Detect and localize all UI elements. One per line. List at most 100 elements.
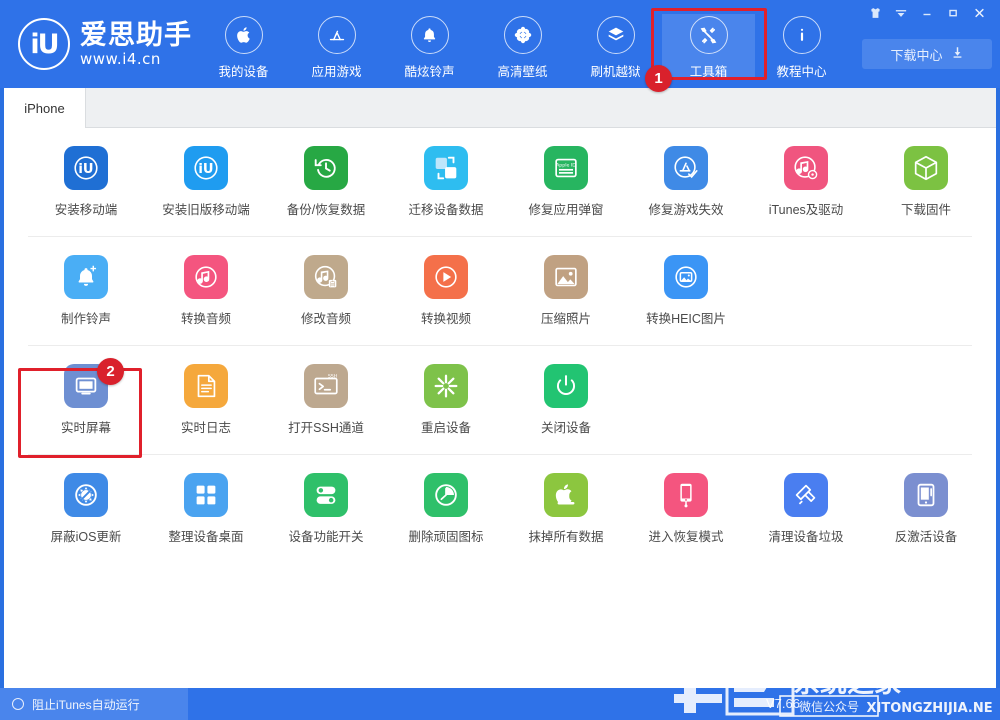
svg-text:Apple ID: Apple ID [556, 163, 576, 169]
device-tabstrip: iPhone [4, 88, 996, 128]
tab-iphone[interactable]: iPhone [4, 88, 86, 128]
tool-label: 转换音频 [181, 308, 231, 327]
tool-fix-game[interactable]: 修复游戏失效 [626, 146, 746, 218]
toolbox-row-3: 实时屏幕 实时日志 [4, 346, 996, 455]
info-icon [783, 16, 821, 54]
minimize-icon[interactable] [914, 2, 940, 24]
tool-label: 制作铃声 [61, 308, 111, 327]
ssh-terminal-icon: SSH [304, 364, 348, 408]
nav-item-apps-games[interactable]: 应用游戏 [290, 14, 383, 80]
tool-open-ssh[interactable]: SSH 打开SSH通道 [266, 364, 386, 436]
tool-recovery-mode[interactable]: 进入恢复模式 [626, 473, 746, 545]
tool-download-firmware[interactable]: 下载固件 [866, 146, 986, 218]
nav-item-ringtones[interactable]: 酷炫铃声 [383, 14, 476, 80]
tool-feature-toggle[interactable]: 设备功能开关 [266, 473, 386, 545]
tool-convert-audio[interactable]: 转换音频 [146, 255, 266, 327]
maximize-icon[interactable] [940, 2, 966, 24]
flower-icon [504, 16, 542, 54]
ringtone-make-icon [64, 255, 108, 299]
tool-organize-home[interactable]: 整理设备桌面 [146, 473, 266, 545]
feature-toggle-icon [304, 473, 348, 517]
itunes-driver-icon [784, 146, 828, 190]
close-icon[interactable] [966, 2, 992, 24]
tool-label: 迁移设备数据 [408, 199, 483, 218]
app-window: iU 爱思助手 www.i4.cn 我的设备 [0, 0, 1000, 720]
nav-item-my-device[interactable]: 我的设备 [197, 14, 290, 80]
tool-convert-heic[interactable]: 转换HEIC图片 [626, 255, 746, 327]
tool-make-ringtone[interactable]: 制作铃声 [26, 255, 146, 327]
nav-item-wallpapers[interactable]: 高清壁纸 [476, 14, 569, 80]
watermark-domain: XITONGZHIJIA.NET [866, 701, 992, 716]
firmware-box-icon [904, 146, 948, 190]
tool-label: 转换视频 [421, 308, 471, 327]
tool-migrate-data[interactable]: 迁移设备数据 [386, 146, 506, 218]
tool-live-screen[interactable]: 实时屏幕 [26, 364, 146, 436]
tool-label: 清理设备垃圾 [768, 526, 843, 545]
tool-convert-video[interactable]: 转换视频 [386, 255, 506, 327]
brand-url: www.i4.cn [80, 50, 192, 68]
tool-label: 关闭设备 [541, 417, 591, 436]
tool-fix-app-popup[interactable]: Apple ID 修复应用弹窗 [506, 146, 626, 218]
audio-edit-icon: 自 [304, 255, 348, 299]
tool-label: 反激活设备 [895, 526, 958, 545]
organize-home-icon [184, 473, 228, 517]
nav-item-jailbreak[interactable]: 刷机越狱 [569, 14, 662, 80]
nav-item-toolbox[interactable]: 工具箱 [662, 14, 755, 80]
tool-install-mobile[interactable]: iU 安装移动端 [26, 146, 146, 218]
nav-item-tutorials[interactable]: 教程中心 [755, 14, 848, 80]
tool-label: iTunes及驱动 [769, 199, 844, 218]
watermark-sub: 微信公众号 [799, 700, 859, 714]
tool-block-ios-update[interactable]: 屏蔽iOS更新 [26, 473, 146, 545]
tool-label: 安装旧版移动端 [162, 199, 250, 218]
tool-itunes-driver[interactable]: iTunes及驱动 [746, 146, 866, 218]
tool-empty [866, 364, 986, 436]
backup-restore-icon [304, 146, 348, 190]
tool-label: 进入恢复模式 [648, 526, 723, 545]
tool-label: 转换HEIC图片 [646, 308, 726, 327]
tool-label: 修复游戏失效 [648, 199, 723, 218]
tool-compress-photo[interactable]: 压缩照片 [506, 255, 626, 327]
tool-label: 下载固件 [901, 199, 951, 218]
tool-empty [626, 364, 746, 436]
tool-shutdown-device[interactable]: 关闭设备 [506, 364, 626, 436]
video-convert-icon [424, 255, 468, 299]
tool-delete-stubborn-icon[interactable]: 删除顽固图标 [386, 473, 506, 545]
tool-reboot-device[interactable]: 重启设备 [386, 364, 506, 436]
brand-name: 爱思助手 [80, 20, 192, 50]
tool-label: 重启设备 [421, 417, 471, 436]
i4-app-old-icon: iU [184, 146, 228, 190]
appstore-check-icon [664, 146, 708, 190]
appstore-icon [318, 16, 356, 54]
itunes-block-toggle[interactable]: 阻止iTunes自动运行 [0, 688, 188, 720]
skin-icon[interactable] [862, 2, 888, 24]
itunes-block-label: 阻止iTunes自动运行 [32, 696, 140, 713]
reboot-icon [424, 364, 468, 408]
brand-logo: iU 爱思助手 www.i4.cn [18, 18, 192, 70]
svg-text:iU: iU [78, 162, 93, 177]
download-center-button[interactable]: 下载中心 [862, 39, 992, 69]
menu-dropdown-icon[interactable] [888, 2, 914, 24]
tool-empty [866, 255, 986, 327]
tool-backup-restore[interactable]: 备份/恢复数据 [266, 146, 386, 218]
radio-icon[interactable] [12, 698, 24, 710]
svg-text:SSH: SSH [328, 374, 338, 380]
tool-clean-junk[interactable]: 清理设备垃圾 [746, 473, 866, 545]
tool-label: 打开SSH通道 [288, 417, 364, 436]
tool-edit-audio[interactable]: 自 修改音频 [266, 255, 386, 327]
main-nav: 我的设备 应用游戏 酷炫铃声 [197, 14, 848, 80]
tool-label: 整理设备桌面 [168, 526, 243, 545]
tool-erase-all[interactable]: 抹掉所有数据 [506, 473, 626, 545]
tool-label: 屏蔽iOS更新 [51, 526, 122, 545]
i4-app-icon: iU [64, 146, 108, 190]
appleid-card-icon: Apple ID [544, 146, 588, 190]
nav-label: 工具箱 [690, 61, 728, 80]
tool-install-mobile-old[interactable]: iU 安装旧版移动端 [146, 146, 266, 218]
tool-empty [746, 255, 866, 327]
svg-text:自: 自 [330, 280, 336, 288]
nav-label: 应用游戏 [311, 61, 361, 80]
tool-deactivate-device[interactable]: 反激活设备 [866, 473, 986, 545]
tool-live-log[interactable]: 实时日志 [146, 364, 266, 436]
apple-icon [225, 16, 263, 54]
bell-icon [411, 16, 449, 54]
tool-empty [746, 364, 866, 436]
